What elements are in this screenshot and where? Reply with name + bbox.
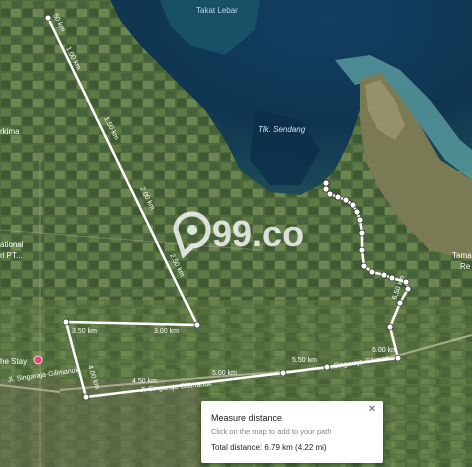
panel-title: Measure distance bbox=[211, 413, 283, 423]
measure-vertex-handle[interactable] bbox=[279, 369, 287, 377]
satellite-map[interactable]: 50 km 1.00 km 1.50 km 2.00 km 2.50 km 3.… bbox=[0, 0, 472, 467]
place-label-re: Re bbox=[460, 262, 471, 271]
place-label-pt: ri PT... bbox=[0, 251, 23, 260]
measure-vertex-handle[interactable] bbox=[82, 393, 90, 401]
measure-vertex-handle[interactable] bbox=[349, 201, 357, 209]
place-marker-icon[interactable] bbox=[33, 355, 43, 365]
measure-vertex-handle[interactable] bbox=[322, 179, 330, 187]
measure-vertex-handle[interactable] bbox=[404, 285, 412, 293]
distance-label: 5.00 km bbox=[212, 370, 237, 377]
total-distance: Total distance: 6.79 km (4.22 mi) bbox=[211, 443, 327, 452]
distance-label: 4.50 km bbox=[132, 378, 157, 385]
measure-vertex-handle[interactable] bbox=[193, 321, 201, 329]
measure-vertex-handle[interactable] bbox=[342, 196, 350, 204]
distance-label: 3.00 km bbox=[154, 328, 179, 335]
measure-vertex-handle[interactable] bbox=[322, 185, 330, 193]
place-label-tlk-sendang: Tlk. Sendang bbox=[258, 125, 306, 134]
measure-vertex-handle[interactable] bbox=[358, 246, 366, 254]
measure-distance-panel: ✕ Measure distance Click on the map to a… bbox=[201, 401, 383, 463]
close-icon[interactable]: ✕ bbox=[366, 404, 378, 416]
measure-vertex-handle[interactable] bbox=[356, 216, 364, 224]
measure-vertex-handle[interactable] bbox=[334, 193, 342, 201]
place-label-the-stay: he Stay bbox=[0, 357, 27, 366]
measure-vertex-handle[interactable] bbox=[326, 190, 334, 198]
measure-vertex-handle[interactable] bbox=[62, 318, 70, 326]
measure-vertex-handle[interactable] bbox=[44, 14, 52, 22]
measure-vertex-handle[interactable] bbox=[386, 323, 394, 331]
measure-vertex-handle[interactable] bbox=[388, 274, 396, 282]
place-label-national: ational bbox=[0, 240, 24, 249]
distance-label: 5.50 km bbox=[292, 357, 317, 364]
place-label-takat-lebar: Takat Lebar bbox=[196, 6, 238, 15]
measure-vertex-handle[interactable] bbox=[394, 354, 402, 362]
watermark-text: 99.co bbox=[212, 213, 304, 254]
measure-vertex-handle[interactable] bbox=[396, 299, 404, 307]
village-area bbox=[0, 380, 200, 467]
place-label-rkima: rkima bbox=[0, 127, 20, 136]
logo-dot-icon bbox=[187, 225, 197, 235]
measure-vertex-handle[interactable] bbox=[380, 271, 388, 279]
measure-vertex-handle[interactable] bbox=[323, 363, 331, 371]
place-label-tama: Tama bbox=[452, 251, 472, 260]
distance-label: 6.00 km bbox=[372, 347, 397, 354]
panel-hint: Click on the map to add to your path bbox=[211, 427, 332, 436]
measure-vertex-handle[interactable] bbox=[358, 229, 366, 237]
distance-label: 3.50 km bbox=[72, 328, 97, 335]
measure-vertex-handle[interactable] bbox=[368, 268, 376, 276]
measure-vertex-handle[interactable] bbox=[353, 208, 361, 216]
measure-vertex-handle[interactable] bbox=[360, 262, 368, 270]
